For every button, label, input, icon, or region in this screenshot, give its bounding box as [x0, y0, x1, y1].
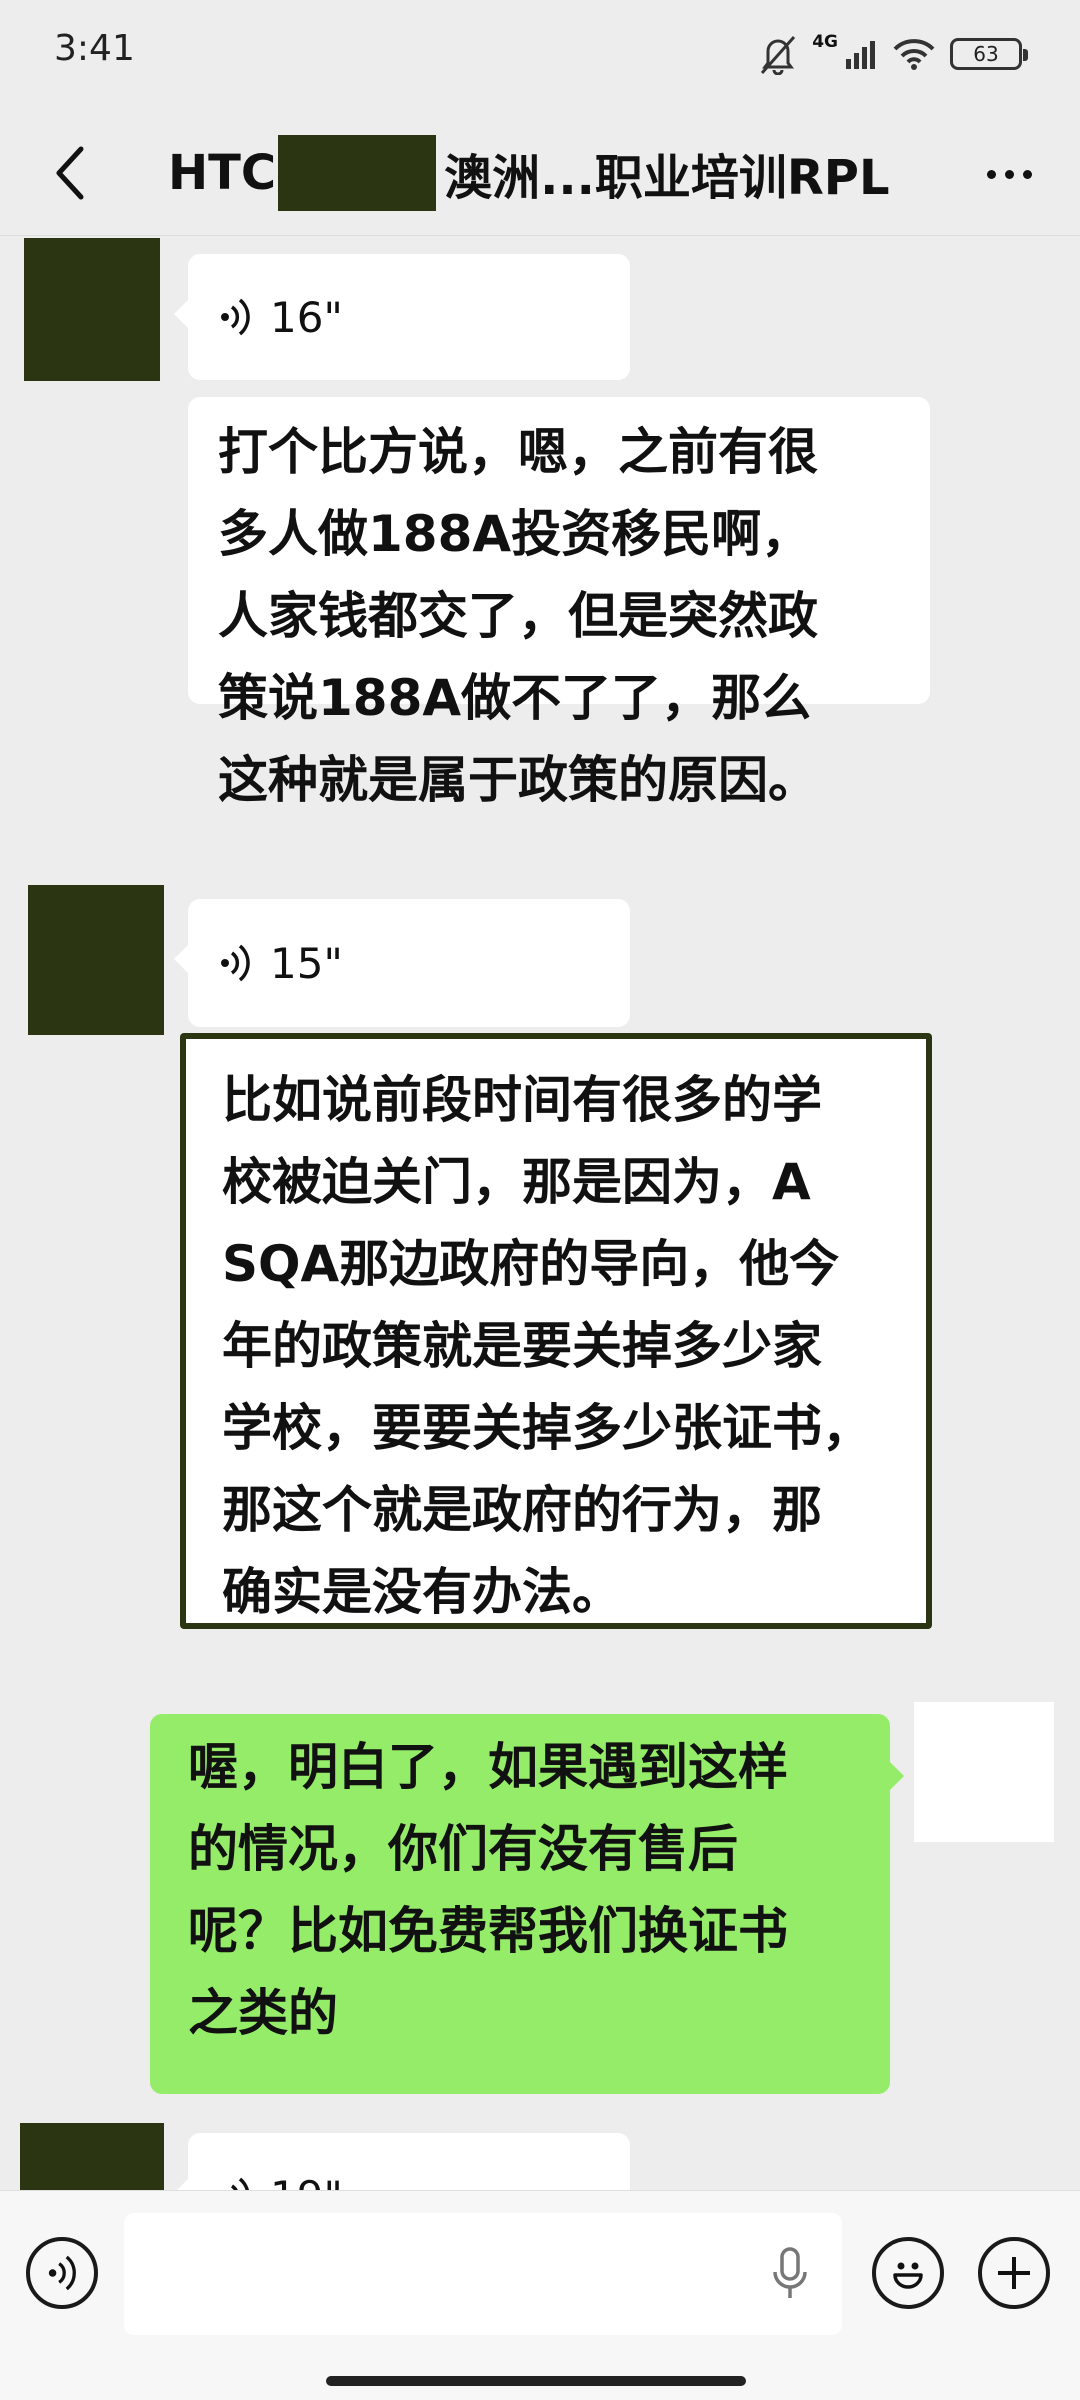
plus-icon — [998, 2257, 1030, 2289]
chat-title-suffix: 澳洲...职业培训RPL — [444, 150, 890, 206]
emoji-icon — [893, 2262, 923, 2289]
voice-duration: 15" — [270, 938, 343, 988]
transcript-line: 校被迫关门，那是因为，A — [222, 1153, 811, 1211]
more-button[interactable] — [974, 144, 1044, 204]
voice-duration: 19" — [270, 2172, 343, 2191]
transcript-line: SQA那边政府的导向，他今 — [222, 1235, 840, 1293]
status-time: 3:41 — [54, 28, 135, 69]
contact-avatar[interactable] — [28, 885, 164, 1035]
more-dot — [1022, 169, 1032, 179]
message-line: 的情况，你们有没有售后 — [188, 1820, 738, 1878]
voice-transcript[interactable]: 比如说前段时间有很多的学 校被迫关门，那是因为，A SQA那边政府的导向，他今 … — [180, 1033, 932, 1629]
chat-title-prefix: HTC — [168, 145, 277, 201]
message-list[interactable]: 16" 打个比方说，嗯，之前有很 多人做188A投资移民啊， 人家钱都交了，但是… — [0, 237, 1080, 2190]
back-button[interactable] — [40, 140, 100, 206]
message-line: 呢？比如免费帮我们换证书 — [188, 1902, 788, 1960]
input-bar — [0, 2190, 1080, 2400]
chat-title: HTC 澳洲...职业培训RPL — [168, 110, 890, 236]
outgoing-message[interactable]: 喔，明白了，如果遇到这样 的情况，你们有没有售后 呢？比如免费帮我们换证书 之类… — [150, 1714, 904, 2094]
transcript-line: 多人做188A投资移民啊， — [218, 505, 812, 563]
transcript-line: 人家钱都交了，但是突然政 — [218, 587, 818, 645]
more-dot — [1004, 169, 1014, 179]
transcript-line: 确实是没有办法。 — [222, 1563, 622, 1621]
add-button[interactable] — [978, 2237, 1050, 2309]
voice-transcript[interactable]: 打个比方说，嗯，之前有很 多人做188A投资移民啊， 人家钱都交了，但是突然政 … — [188, 397, 930, 809]
microphone-button[interactable] — [760, 2239, 820, 2309]
chevron-left-icon — [56, 146, 84, 200]
voice-input-toggle-button[interactable] — [26, 2237, 98, 2309]
voice-wave-icon — [221, 298, 250, 336]
voice-wave-icon — [48, 2255, 76, 2291]
transcript-line: 比如说前段时间有很多的学 — [222, 1071, 822, 1129]
contact-avatar[interactable] — [24, 238, 160, 381]
status-icons: 4G 63 — [758, 30, 1028, 78]
transcript-line: 打个比方说，嗯，之前有很 — [218, 423, 818, 481]
signal-icon — [846, 41, 875, 69]
network-type: 4G — [812, 32, 838, 52]
message-line: 之类的 — [188, 1984, 338, 2042]
battery-indicator: 63 — [950, 38, 1028, 70]
my-avatar[interactable] — [914, 1702, 1054, 1842]
chat-header: HTC 澳洲...职业培训RPL — [0, 110, 1080, 236]
emoji-button[interactable] — [872, 2237, 944, 2309]
transcript-line: 年的政策就是要关掉多少家 — [222, 1317, 822, 1375]
transcript-line: 那这个就是政府的行为，那 — [222, 1481, 822, 1539]
message-line: 喔，明白了，如果遇到这样 — [188, 1738, 788, 1796]
transcript-line: 这种就是属于政策的原因。 — [218, 751, 818, 809]
status-bar: 3:41 4G 63 — [0, 0, 1080, 110]
message-input[interactable] — [124, 2213, 842, 2335]
voice-duration: 16" — [270, 292, 343, 342]
voice-message[interactable]: 19" — [174, 2133, 630, 2191]
voice-message[interactable]: 15" — [174, 899, 630, 1027]
more-dot — [986, 169, 996, 179]
battery-level: 63 — [973, 42, 999, 66]
contact-avatar[interactable] — [20, 2123, 164, 2190]
home-indicator[interactable] — [326, 2376, 746, 2386]
voice-message[interactable]: 16" — [174, 254, 630, 380]
transcript-line: 策说188A做不了了，那么 — [218, 669, 812, 727]
wifi-icon — [893, 39, 935, 70]
redacted-block — [278, 135, 437, 211]
voice-wave-icon — [221, 944, 250, 982]
mute-bell-icon — [761, 36, 796, 75]
transcript-line: 学校，要要关掉多少张证书， — [222, 1399, 872, 1457]
microphone-icon — [773, 2247, 807, 2298]
voice-wave-icon — [230, 2177, 249, 2190]
